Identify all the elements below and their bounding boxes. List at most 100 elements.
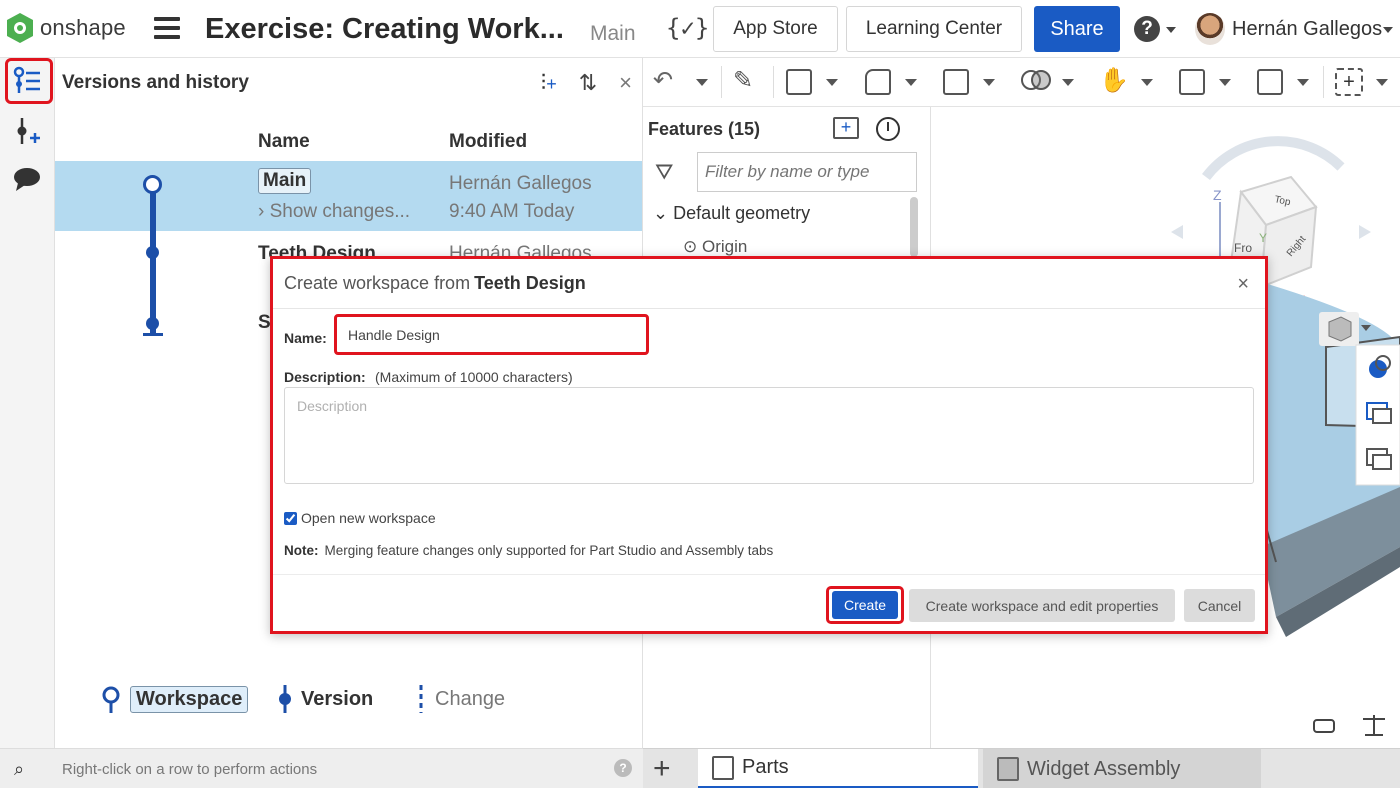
- rollback-timer-icon[interactable]: [876, 117, 900, 141]
- plane-caret-icon[interactable]: [1219, 79, 1231, 86]
- version-name[interactable]: S: [258, 312, 271, 334]
- modified-at: 9:40 AM Today: [449, 201, 575, 222]
- column-header-modified[interactable]: Modified: [449, 131, 527, 153]
- part-studio-toolbar: ↶ ✎ ✋ +: [643, 58, 1400, 107]
- status-bar: ⌕ Right-click on a row to perform action…: [0, 748, 643, 788]
- origin-item[interactable]: ⊙ Origin: [683, 237, 747, 257]
- workspace-legend-icon: [102, 686, 120, 713]
- user-name[interactable]: Hernán Gallegos: [1232, 18, 1382, 41]
- onshape-logo-icon: [7, 13, 33, 43]
- sketch-icon[interactable]: ✎: [733, 66, 753, 95]
- add-custom-caret-icon[interactable]: [1376, 79, 1388, 86]
- show-changes-link[interactable]: › Show changes...: [258, 201, 410, 223]
- version-node-icon[interactable]: [146, 246, 159, 259]
- column-header-name[interactable]: Name: [258, 131, 310, 153]
- feature-filter-input[interactable]: [697, 152, 917, 192]
- filter-icon[interactable]: ⛛: [655, 159, 673, 185]
- boolean-icon[interactable]: [1021, 68, 1051, 94]
- avatar[interactable]: [1195, 13, 1225, 45]
- version-node-icon[interactable]: [146, 317, 159, 330]
- shell-caret-icon[interactable]: [983, 79, 995, 86]
- legend-workspace: Workspace: [100, 684, 249, 714]
- plane-icon[interactable]: [1179, 69, 1205, 95]
- compare-icon[interactable]: ⇅: [579, 70, 597, 96]
- legend-version: Version: [277, 684, 373, 714]
- timeline-end: [143, 333, 163, 336]
- document-branch: Main: [590, 22, 636, 45]
- name-input[interactable]: [343, 322, 639, 347]
- part-studio-icon: [712, 755, 734, 780]
- mate-connector-caret-icon[interactable]: [1297, 79, 1309, 86]
- name-label: Name:: [284, 330, 327, 346]
- create-version-icon[interactable]: [12, 116, 42, 146]
- create-and-edit-button[interactable]: Create workspace and edit properties: [909, 589, 1175, 622]
- feature-list-scrollbar[interactable]: [910, 197, 918, 257]
- toolbar-divider: [773, 66, 774, 98]
- undo-caret-icon[interactable]: [696, 79, 708, 86]
- shell-icon[interactable]: [943, 69, 969, 95]
- fillet-caret-icon[interactable]: [905, 79, 917, 86]
- mate-connector-icon[interactable]: [1257, 69, 1283, 95]
- add-folder-icon[interactable]: +: [833, 117, 859, 139]
- document-tabs: + Parts Widget Assembly: [643, 748, 1400, 788]
- open-workspace-option[interactable]: Open new workspace: [284, 510, 436, 526]
- user-caret-icon[interactable]: [1383, 27, 1393, 33]
- transform-caret-icon[interactable]: [1141, 79, 1153, 86]
- legend-change: Change: [415, 684, 505, 714]
- onshape-logo[interactable]: onshape: [6, 12, 126, 44]
- status-hint: Right-click on a row to perform actions: [62, 761, 318, 778]
- tab-widget-label: Widget Assembly: [1027, 757, 1181, 780]
- cancel-button[interactable]: Cancel: [1184, 589, 1255, 622]
- extrude-caret-icon[interactable]: [826, 79, 838, 86]
- legend-workspace-label: Workspace: [130, 685, 249, 713]
- axis-z-label: Z: [1213, 187, 1222, 203]
- dialog-title: Create workspace from Teeth Design: [284, 273, 586, 293]
- viewcube-front: Fro: [1234, 241, 1252, 255]
- close-icon[interactable]: ×: [619, 70, 632, 96]
- description-textarea[interactable]: [284, 387, 1254, 484]
- boolean-caret-icon[interactable]: [1062, 79, 1074, 86]
- undo-icon[interactable]: ↶: [653, 66, 673, 95]
- workspace-node-icon[interactable]: [143, 175, 162, 194]
- fillet-icon[interactable]: [865, 69, 891, 95]
- document-title[interactable]: Exercise: Creating Work...: [205, 13, 564, 46]
- panel-title: Versions and history: [62, 72, 249, 93]
- description-label: Description:: [284, 369, 366, 385]
- app-store-button[interactable]: App Store: [713, 6, 838, 52]
- merge-note: Note: Merging feature changes only suppor…: [284, 543, 774, 558]
- name-field-highlight: [334, 314, 649, 355]
- share-button[interactable]: Share: [1034, 6, 1120, 52]
- toolbar-divider: [1323, 66, 1324, 98]
- open-workspace-label: Open new workspace: [301, 510, 436, 526]
- tab-parts[interactable]: Parts: [698, 749, 978, 788]
- add-tab-icon[interactable]: +: [653, 752, 671, 786]
- comments-icon[interactable]: [12, 164, 42, 194]
- open-workspace-checkbox[interactable]: [284, 511, 297, 525]
- logo-text: onshape: [40, 15, 126, 40]
- code-check-icon[interactable]: {✓}: [666, 14, 709, 42]
- left-icon-rail: [0, 58, 55, 748]
- menu-icon[interactable]: [154, 17, 180, 39]
- help-icon[interactable]: ?: [1134, 16, 1160, 42]
- legend-version-label: Version: [301, 687, 374, 710]
- tab-parts-label: Parts: [742, 756, 789, 778]
- legend-change-label: Change: [435, 687, 506, 710]
- tab-widget-assembly[interactable]: Widget Assembly: [983, 749, 1261, 788]
- create-button[interactable]: Create: [832, 591, 898, 619]
- version-legend-icon: [279, 685, 291, 713]
- search-zoom-icon[interactable]: ⌕: [14, 759, 24, 780]
- add-custom-feature-icon[interactable]: +: [1335, 68, 1363, 96]
- learning-center-button[interactable]: Learning Center: [846, 6, 1022, 52]
- versions-history-icon[interactable]: [12, 66, 42, 96]
- create-version-icon[interactable]: ⫶+: [541, 70, 557, 96]
- help-caret-icon[interactable]: [1166, 27, 1176, 33]
- transform-icon[interactable]: ✋: [1099, 66, 1129, 95]
- features-title: Features (15): [648, 119, 761, 139]
- description-hint: (Maximum of 10000 characters): [375, 369, 573, 385]
- default-geometry-group[interactable]: ⌄ Default geometry: [653, 203, 810, 224]
- dialog-footer-divider: [273, 574, 1265, 575]
- close-icon[interactable]: ×: [1237, 273, 1249, 296]
- status-help-icon[interactable]: ?: [614, 759, 632, 777]
- extrude-icon[interactable]: [786, 69, 812, 95]
- workspace-tag[interactable]: Main: [258, 168, 312, 194]
